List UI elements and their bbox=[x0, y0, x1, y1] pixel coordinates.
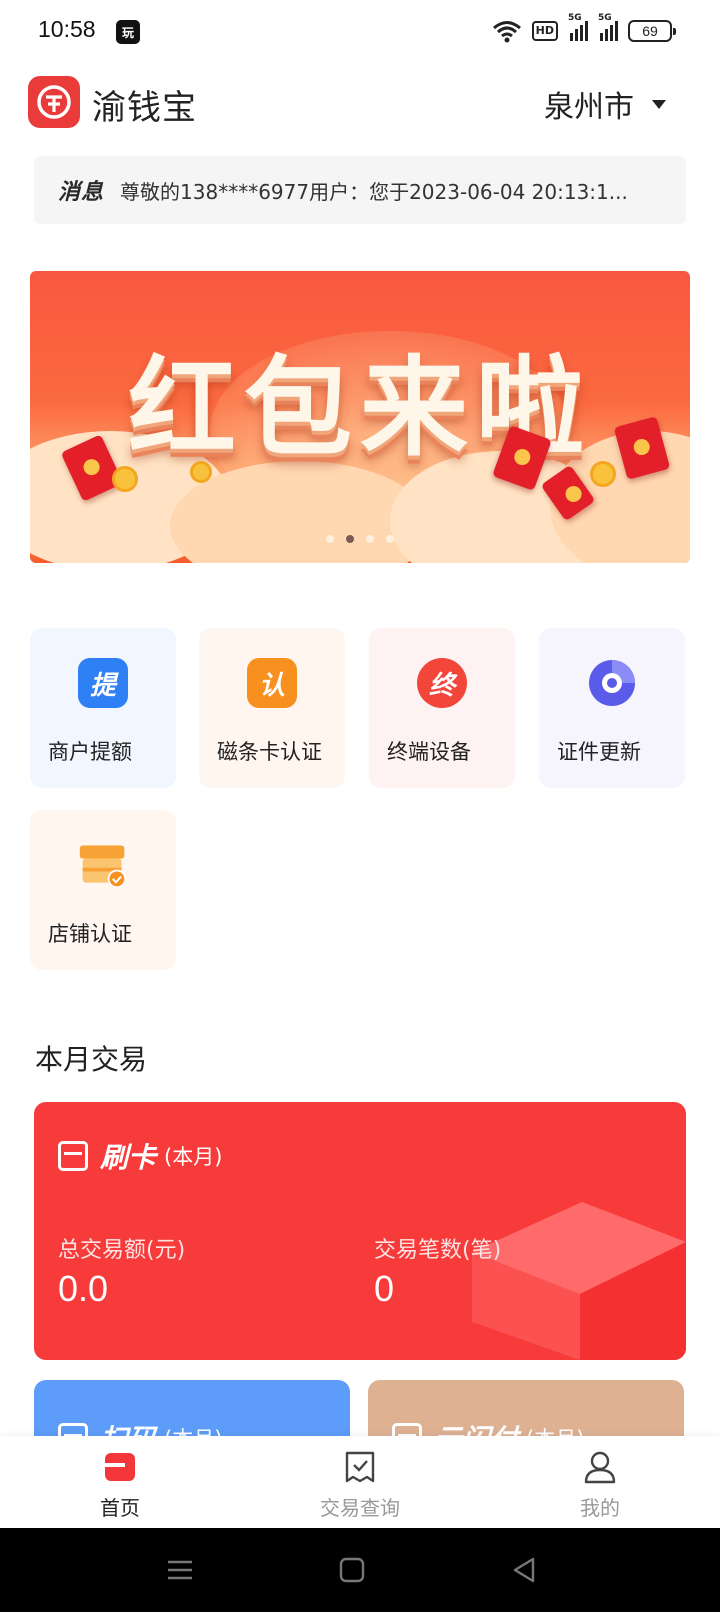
ren-icon: 认 bbox=[247, 658, 297, 708]
banner-title: 红包来啦 bbox=[127, 346, 592, 471]
feature-label: 终端设备 bbox=[387, 740, 471, 764]
battery-level: 69 bbox=[642, 23, 658, 39]
tab-home[interactable]: 首页 bbox=[0, 1436, 240, 1528]
card-icon bbox=[58, 1141, 88, 1171]
refresh-icon bbox=[587, 658, 637, 708]
status-indicators: HD 5G 5G 69 bbox=[492, 13, 676, 46]
user-icon bbox=[584, 1451, 616, 1484]
tab-transaction-query[interactable]: 交易查询 bbox=[240, 1436, 480, 1528]
feature-shop-verify[interactable]: 店铺认证 bbox=[30, 810, 176, 970]
total-amount-value: 0.0 bbox=[58, 1268, 109, 1309]
message-tag: 消息 bbox=[58, 180, 105, 205]
feature-label: 商户提额 bbox=[48, 740, 132, 764]
section-title-month: 本月交易 bbox=[35, 1043, 148, 1076]
message-notice-bar[interactable]: 消息 尊敬的138****6977用户：您于2023-06-04 20:13:1… bbox=[34, 156, 686, 224]
tab-mine[interactable]: 我的 bbox=[480, 1436, 720, 1528]
app-header: 渝钱宝 泉州市 bbox=[0, 70, 720, 140]
feature-terminal-device[interactable]: 终 终端设备 bbox=[369, 628, 515, 788]
coin-icon bbox=[112, 466, 138, 492]
wifi-icon bbox=[492, 21, 521, 43]
card-swipe-header: 刷卡 (本月) bbox=[58, 1136, 222, 1176]
signal-icon: 5G bbox=[568, 13, 588, 41]
banner-dot-active[interactable] bbox=[346, 535, 354, 543]
city-label: 泉州市 bbox=[544, 90, 634, 125]
banner-dot[interactable] bbox=[326, 535, 334, 543]
feature-card-verify[interactable]: 认 磁条卡认证 bbox=[199, 628, 345, 788]
menu-icon[interactable] bbox=[166, 1556, 194, 1584]
hd-voice-icon: HD bbox=[531, 21, 558, 41]
feature-merchant-limit[interactable]: 提 商户提额 bbox=[30, 628, 176, 788]
network-type-label-2: 5G bbox=[598, 13, 612, 23]
feature-label: 店铺认证 bbox=[48, 922, 132, 946]
banner-pagination bbox=[30, 535, 690, 543]
message-text: 尊敬的138****6977用户：您于2023-06-04 20:13:1... bbox=[120, 179, 628, 204]
home-button-icon[interactable] bbox=[338, 1556, 366, 1584]
status-time: 10:58 bbox=[38, 16, 96, 42]
app-logo-icon bbox=[28, 76, 80, 128]
tab-mine-label: 我的 bbox=[580, 1496, 620, 1520]
feature-label: 磁条卡认证 bbox=[217, 740, 322, 764]
home-icon bbox=[105, 1453, 135, 1481]
app-title: 渝钱宝 bbox=[92, 88, 197, 128]
chevron-down-icon bbox=[652, 99, 666, 109]
city-selector[interactable]: 泉州市 bbox=[544, 82, 666, 126]
banner-dot[interactable] bbox=[366, 535, 374, 543]
feature-id-update[interactable]: 证件更新 bbox=[539, 628, 685, 788]
banner-dot[interactable] bbox=[386, 535, 394, 543]
battery-icon: 69 bbox=[628, 20, 676, 42]
card-swipe-title: 刷卡 bbox=[100, 1141, 157, 1174]
cube-decoration-icon bbox=[472, 1202, 686, 1360]
bottom-tab-bar: 首页 交易查询 我的 bbox=[0, 1436, 720, 1528]
tab-home-label: 首页 bbox=[100, 1496, 140, 1520]
shop-icon bbox=[78, 840, 128, 890]
notification-app-icon: 玩 bbox=[116, 20, 140, 44]
transaction-count-label: 交易笔数(笔) bbox=[374, 1238, 502, 1263]
signal-icon-2: 5G bbox=[598, 13, 618, 41]
ti-icon: 提 bbox=[78, 658, 128, 708]
feature-label: 证件更新 bbox=[557, 740, 641, 764]
card-swipe-period: (本月) bbox=[164, 1145, 223, 1169]
system-navigation-bar bbox=[0, 1528, 720, 1612]
card-swipe-summary[interactable]: 刷卡 (本月) 总交易额(元) 0.0 交易笔数(笔) 0 bbox=[34, 1102, 686, 1360]
transaction-count-value: 0 bbox=[374, 1268, 395, 1309]
promo-banner[interactable]: 红包来啦 bbox=[30, 271, 690, 563]
zhong-icon: 终 bbox=[417, 658, 467, 708]
tab-transaction-query-label: 交易查询 bbox=[320, 1496, 400, 1520]
back-icon[interactable] bbox=[510, 1556, 538, 1584]
receipt-check-icon bbox=[345, 1451, 375, 1483]
network-type-label: 5G bbox=[568, 13, 582, 23]
total-amount-label: 总交易额(元) bbox=[58, 1238, 186, 1263]
coin-icon bbox=[190, 461, 212, 483]
coin-icon bbox=[590, 461, 616, 487]
status-bar: 10:58 玩 HD 5G 5G 69 bbox=[0, 0, 720, 64]
